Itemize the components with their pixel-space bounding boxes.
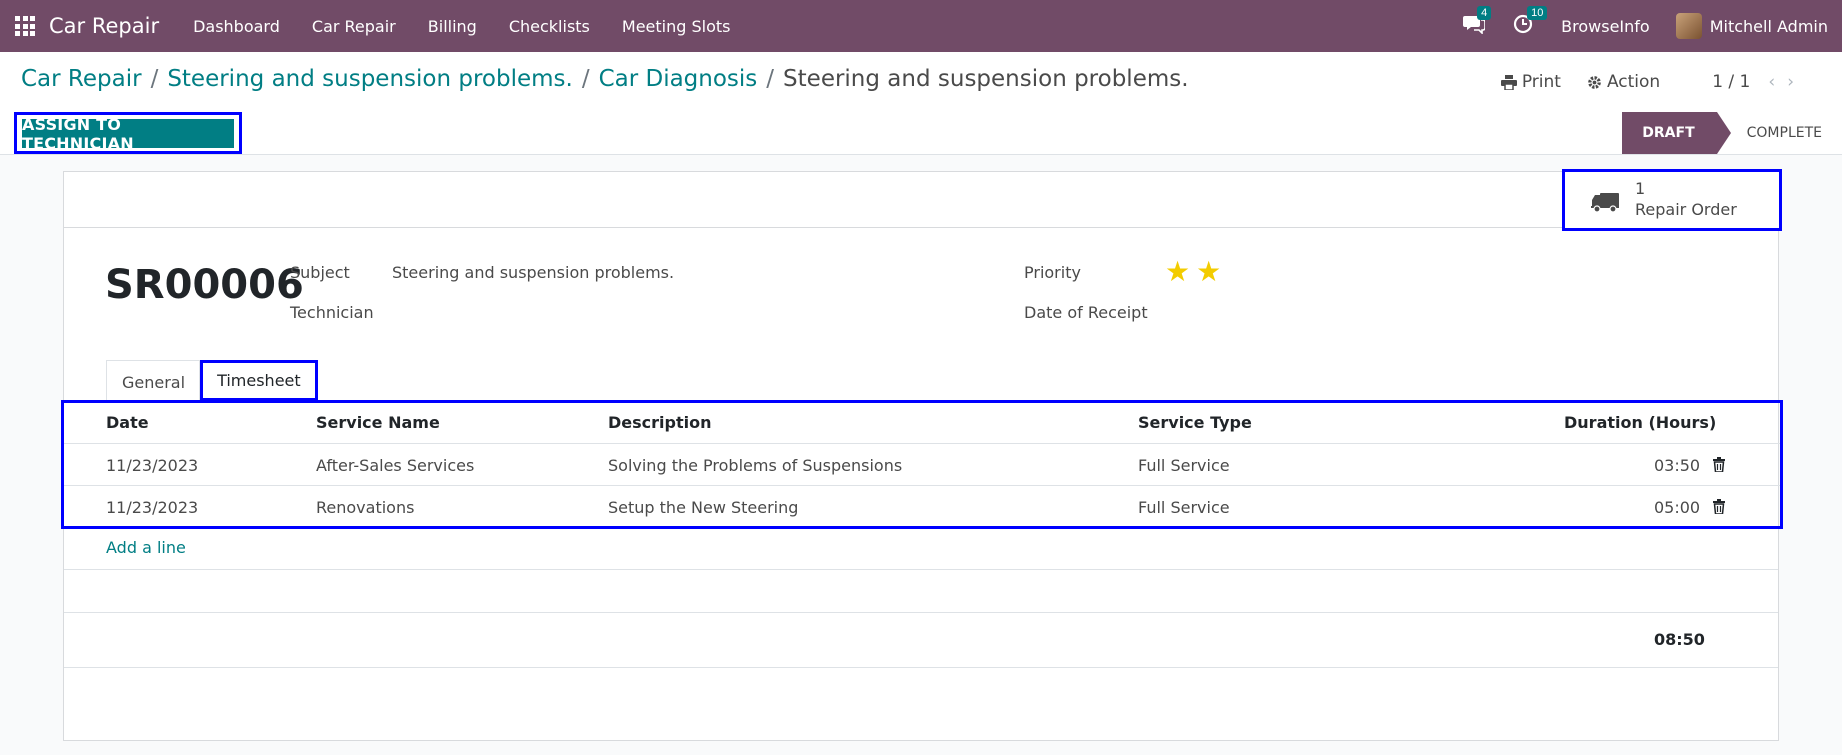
breadcrumb-car-repair[interactable]: Car Repair — [21, 66, 142, 92]
tab-timesheet-highlight: Timesheet — [200, 360, 318, 401]
notebook-tabs: General Timesheet — [106, 360, 318, 401]
repair-order-smart-button[interactable]: 1 Repair Order — [1562, 169, 1782, 231]
breadcrumb-separator: / — [581, 66, 590, 92]
breadcrumb-separator: / — [150, 66, 159, 92]
subject-field[interactable]: Steering and suspension problems. — [392, 263, 674, 282]
cell-service-name: After-Sales Services — [316, 456, 475, 475]
priority-label: Priority — [1024, 263, 1081, 282]
print-button[interactable]: Print — [1500, 72, 1561, 92]
column-description[interactable]: Description — [608, 413, 711, 432]
truck-icon — [1591, 193, 1619, 213]
pager-arrows: ‹› — [1768, 72, 1806, 92]
priority-widget[interactable]: ★ ★ — [1165, 258, 1221, 286]
tab-timesheet[interactable]: Timesheet — [203, 363, 315, 397]
star-icon[interactable]: ★ — [1196, 258, 1221, 286]
activities-badge: 10 — [1527, 5, 1548, 20]
timesheet-table: Date Service Name Description Service Ty… — [61, 400, 1783, 529]
star-icon[interactable]: ★ — [1165, 258, 1190, 286]
user-avatar[interactable] — [1675, 13, 1702, 39]
control-panel: Car Repair / Steering and suspension pro… — [0, 52, 1842, 155]
action-label: Action — [1606, 72, 1661, 92]
divider — [64, 612, 1778, 613]
cell-service-name: Renovations — [316, 498, 415, 517]
breadcrumb-car-diagnosis[interactable]: Car Diagnosis — [599, 66, 758, 92]
pager-value[interactable]: 1 / 1 — [1712, 72, 1750, 92]
column-date[interactable]: Date — [106, 413, 149, 432]
messages-badge: 4 — [1477, 5, 1492, 20]
menu-meeting-slots[interactable]: Meeting Slots — [606, 17, 747, 36]
user-menu[interactable]: Mitchell Admin — [1710, 17, 1828, 36]
repair-order-count: 1 — [1635, 179, 1646, 198]
breadcrumb: Car Repair / Steering and suspension pro… — [21, 66, 1189, 92]
cell-description: Solving the Problems of Suspensions — [608, 456, 903, 475]
repair-order-label: Repair Order — [1635, 200, 1737, 219]
record-reference: SR00006 — [105, 262, 304, 308]
assign-to-technician-button[interactable]: ASSIGN TO TECHNICIAN — [22, 115, 234, 153]
breadcrumb-separator: / — [766, 66, 775, 92]
app-title[interactable]: Car Repair — [49, 14, 159, 38]
subject-label: Subject — [290, 263, 350, 282]
print-icon — [1500, 74, 1517, 90]
status-bar: DRAFT COMPLETE — [1622, 112, 1842, 154]
messages-button[interactable]: 4 — [1463, 5, 1492, 39]
gear-icon — [1588, 75, 1601, 89]
action-button[interactable]: Action — [1587, 72, 1660, 92]
stage-draft[interactable]: DRAFT — [1622, 112, 1732, 154]
activities-button[interactable]: 10 — [1513, 5, 1548, 39]
menu-checklists[interactable]: Checklists — [493, 17, 606, 36]
trash-icon[interactable] — [1713, 499, 1725, 514]
divider — [64, 569, 1778, 570]
stage-complete[interactable]: COMPLETE — [1717, 112, 1842, 154]
form-sheet: 1 Repair Order SR00006 Subject Steering … — [61, 169, 1783, 741]
chevron-right-icon[interactable]: › — [1787, 72, 1806, 92]
cell-duration: 03:50 — [1654, 456, 1701, 475]
breadcrumb-steering-problems[interactable]: Steering and suspension problems. — [167, 66, 573, 92]
button-box: 1 Repair Order — [64, 169, 1782, 231]
table-row[interactable]: 11/23/2023 Renovations Setup the New Ste… — [64, 486, 1780, 528]
column-service-type[interactable]: Service Type — [1138, 413, 1252, 432]
menu-billing[interactable]: Billing — [412, 17, 493, 36]
trash-icon[interactable] — [1713, 457, 1725, 472]
column-service-name[interactable]: Service Name — [316, 413, 440, 432]
chevron-left-icon[interactable]: ‹ — [1768, 72, 1787, 92]
cell-date: 11/23/2023 — [106, 456, 199, 475]
duration-total: 08:50 — [1654, 630, 1705, 649]
table-header: Date Service Name Description Service Ty… — [64, 403, 1780, 444]
cell-date: 11/23/2023 — [106, 498, 199, 517]
column-duration[interactable]: Duration (Hours) — [1564, 413, 1716, 432]
app-menu-icon[interactable] — [15, 16, 35, 36]
print-label: Print — [1521, 72, 1561, 92]
divider — [64, 667, 1778, 668]
technician-label: Technician — [290, 303, 374, 322]
menu-dashboard[interactable]: Dashboard — [177, 17, 296, 36]
top-navbar: Car Repair Dashboard Car Repair Billing … — [0, 0, 1842, 52]
cell-service-type: Full Service — [1138, 498, 1230, 517]
table-row[interactable]: 11/23/2023 After-Sales Services Solving … — [64, 444, 1780, 486]
menu-car-repair[interactable]: Car Repair — [296, 17, 412, 36]
breadcrumb-current: Steering and suspension problems. — [783, 66, 1189, 92]
add-line-link[interactable]: Add a line — [106, 538, 186, 557]
tab-general[interactable]: General — [106, 360, 201, 401]
cell-service-type: Full Service — [1138, 456, 1230, 475]
company-switcher[interactable]: BrowseInfo — [1561, 17, 1650, 36]
technician-field[interactable] — [392, 296, 952, 326]
date-of-receipt-label: Date of Receipt — [1024, 303, 1148, 322]
date-of-receipt-field[interactable] — [1165, 296, 1565, 326]
cell-description: Setup the New Steering — [608, 498, 799, 517]
cell-duration: 05:00 — [1654, 498, 1701, 517]
assign-highlight: ASSIGN TO TECHNICIAN — [14, 112, 242, 154]
